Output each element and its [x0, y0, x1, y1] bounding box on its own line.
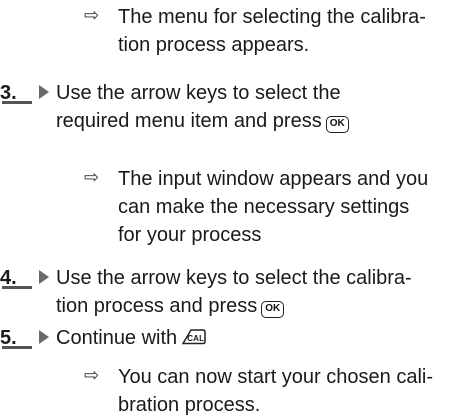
result-line-1: You can now start your chosen cali-: [118, 366, 433, 388]
result-text: You can now start your chosen cali- brat…: [118, 363, 456, 419]
step-pointer-icon: [39, 330, 49, 344]
step-text: Use the arrow keys to select the calibra…: [56, 264, 446, 320]
step-pointer-icon: [39, 270, 49, 284]
step-pointer-icon: [39, 85, 49, 99]
ok-key-icon: OK: [261, 301, 285, 318]
step-line-1: Use the arrow keys to select the: [56, 82, 341, 104]
result-text: The input window appears and you can mak…: [118, 165, 456, 249]
step-line-1: Continue with: [56, 327, 178, 349]
step-underline: [2, 346, 32, 349]
step-line-2: tion process and press: [56, 295, 258, 317]
step-text: Use the arrow keys to select the require…: [56, 79, 446, 135]
result-line-2: bration process.: [118, 394, 261, 416]
result-arrow-icon: ⇨: [84, 5, 100, 25]
step-line-2: required menu item and press: [56, 110, 322, 132]
result-arrow-icon: ⇨: [84, 167, 100, 187]
result-line-3: for your process: [118, 224, 262, 246]
cal-key-icon: CAL: [181, 328, 207, 345]
result-text: The menu for selecting the calibra- tion…: [118, 3, 456, 59]
step-text: Continue with CAL: [56, 324, 446, 352]
result-line-2: tion process appears.: [118, 34, 310, 56]
result-arrow-icon: ⇨: [84, 365, 100, 385]
instruction-page: ⇨ The menu for selecting the calibra- ti…: [0, 0, 456, 416]
result-line-1: The input window appears and you: [118, 168, 429, 190]
result-line-2: can make the necessary settings: [118, 196, 410, 218]
step-line-1: Use the arrow keys to select the calibra…: [56, 267, 412, 289]
ok-key-icon: OK: [325, 116, 349, 133]
result-line-1: The menu for selecting the calibra-: [118, 6, 426, 28]
step-underline: [2, 101, 32, 104]
step-underline: [2, 286, 32, 289]
cal-key-label: CAL: [187, 334, 205, 343]
